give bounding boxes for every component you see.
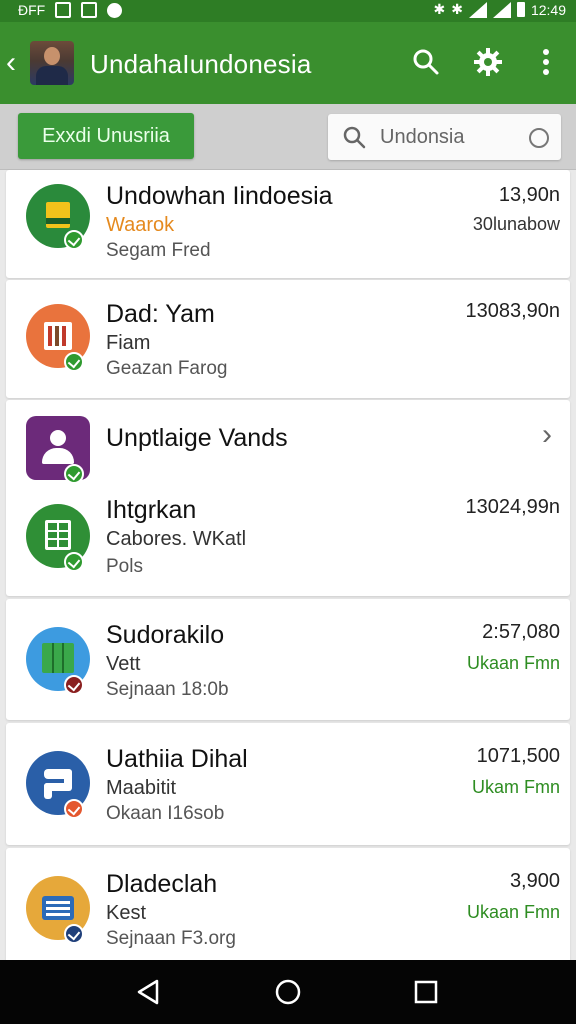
list-card: Undowhan Iindoesia Waarok Segam Fred 13,… [6, 170, 570, 278]
search-icon[interactable] [410, 46, 442, 78]
list-card: Uathiia Dihal Maabitit Okaan I16sob 1071… [6, 723, 570, 845]
app-bar: ‹ UndahaIundonesia [0, 22, 576, 104]
item-subtitle: Vett [106, 653, 141, 675]
bluetooth-icon: ✱ [433, 1, 446, 17]
document-icon [26, 304, 90, 372]
item-name: Sudorakilo [106, 621, 225, 649]
spreadsheet-icon [26, 504, 90, 572]
item-detail: Okaan I16sob [106, 803, 225, 824]
gear-icon[interactable] [472, 46, 504, 78]
search-input[interactable]: Undonsia [380, 126, 465, 149]
alert-notification-icon [107, 2, 123, 18]
item-detail: Pols [106, 556, 143, 577]
list-card: Unptlaige Vands › Ihtgrkan Cabores. WKat… [6, 400, 570, 596]
item-subtitle: Fiam [106, 332, 151, 354]
clear-icon[interactable] [529, 128, 549, 148]
back-arrow-icon[interactable]: ‹ [0, 46, 22, 80]
item-detail: Geazan Farog [106, 358, 228, 379]
search-field[interactable]: Undonsia [328, 114, 561, 160]
wifi-icon [468, 1, 487, 18]
item-amount-secondary: 30lunabow [472, 214, 560, 234]
list-item[interactable]: Undowhan Iindoesia Waarok Segam Fred 13,… [6, 170, 570, 278]
battery-icon [516, 2, 525, 17]
item-name: Undowhan Iindoesia [106, 182, 333, 210]
item-subtitle: Waarok [106, 214, 175, 236]
item-name: Unptlaige Vands [106, 424, 288, 452]
item-detail: Sejnaan F3.org [106, 928, 236, 949]
search-icon [342, 125, 366, 154]
image-notification-icon [55, 2, 72, 18]
item-subtitle: Kest [106, 902, 147, 924]
list-card: Dad: Yam Fiam Geazan Farog 13083,90n [6, 280, 570, 398]
item-subtitle: Maabitit [106, 777, 177, 799]
item-name: Ihtgrkan [106, 496, 197, 524]
item-subtitle: Cabores. WKatl [106, 528, 247, 550]
item-name: Dladeclah [106, 870, 218, 898]
list-item[interactable]: Sudorakilo Vett Sejnaan 18:0b 2:57,080 U… [6, 599, 570, 720]
item-amount: 2:57,080 [482, 621, 560, 643]
item-amount: 13083,90n [465, 300, 560, 322]
item-name: Dad: Yam [106, 300, 215, 328]
item-amount: 3,900 [509, 870, 560, 892]
more-vert-icon[interactable] [530, 46, 562, 78]
status-left-text: ĐFF [18, 2, 46, 18]
nav-recents-icon[interactable] [410, 976, 442, 1008]
user-icon [26, 416, 90, 484]
list-item[interactable]: Ihtgrkan Cabores. WKatl Pols 13024,99n [6, 484, 570, 596]
item-status: Ukaan Fmn [466, 653, 560, 673]
mail-notification-icon [81, 2, 98, 18]
list-item[interactable]: Dladeclah Kest Sejnaan F3.org 3,900 Ukaa… [6, 848, 570, 960]
item-amount: 13024,99n [465, 496, 560, 518]
wallet-icon [26, 184, 90, 250]
map-icon [26, 627, 90, 695]
item-amount: 1071,500 [476, 745, 560, 767]
chevron-right-icon[interactable]: › [542, 418, 552, 452]
list-item[interactable]: Uathiia Dihal Maabitit Okaan I16sob 1071… [6, 723, 570, 845]
item-status: Ukam Fmn [471, 777, 560, 797]
list-item[interactable]: Unptlaige Vands › [6, 400, 570, 484]
action-button[interactable]: Exxdi Unusriia [18, 113, 194, 159]
signal-icon [492, 1, 511, 18]
item-status: Ukaan Fmn [466, 902, 560, 922]
nav-home-icon[interactable] [272, 976, 304, 1008]
avatar[interactable] [30, 41, 74, 85]
item-detail: Sejnaan 18:0b [106, 679, 229, 700]
navigation-bar [0, 960, 576, 1024]
item-detail: Segam Fred [106, 240, 211, 261]
status-bar: ĐFF ✱ ✱ 12:49 [0, 0, 576, 22]
nav-back-icon[interactable] [132, 976, 164, 1008]
item-amount: 13,90n [498, 184, 560, 206]
status-time: 12:49 [530, 1, 566, 18]
list-item[interactable]: Dad: Yam Fiam Geazan Farog 13083,90n [6, 280, 570, 398]
list-card: Dladeclah Kest Sejnaan F3.org 3,900 Ukaa… [6, 848, 570, 960]
toolbar: Exxdi Unusriia Undonsia [0, 104, 576, 170]
list-card: Sudorakilo Vett Sejnaan 18:0b 2:57,080 U… [6, 599, 570, 720]
page-title: UndahaIundonesia [90, 49, 312, 79]
item-name: Uathiia Dihal [106, 745, 248, 773]
parking-icon [26, 751, 90, 819]
bluetooth-icon: ✱ [451, 1, 463, 17]
news-icon [26, 876, 90, 944]
